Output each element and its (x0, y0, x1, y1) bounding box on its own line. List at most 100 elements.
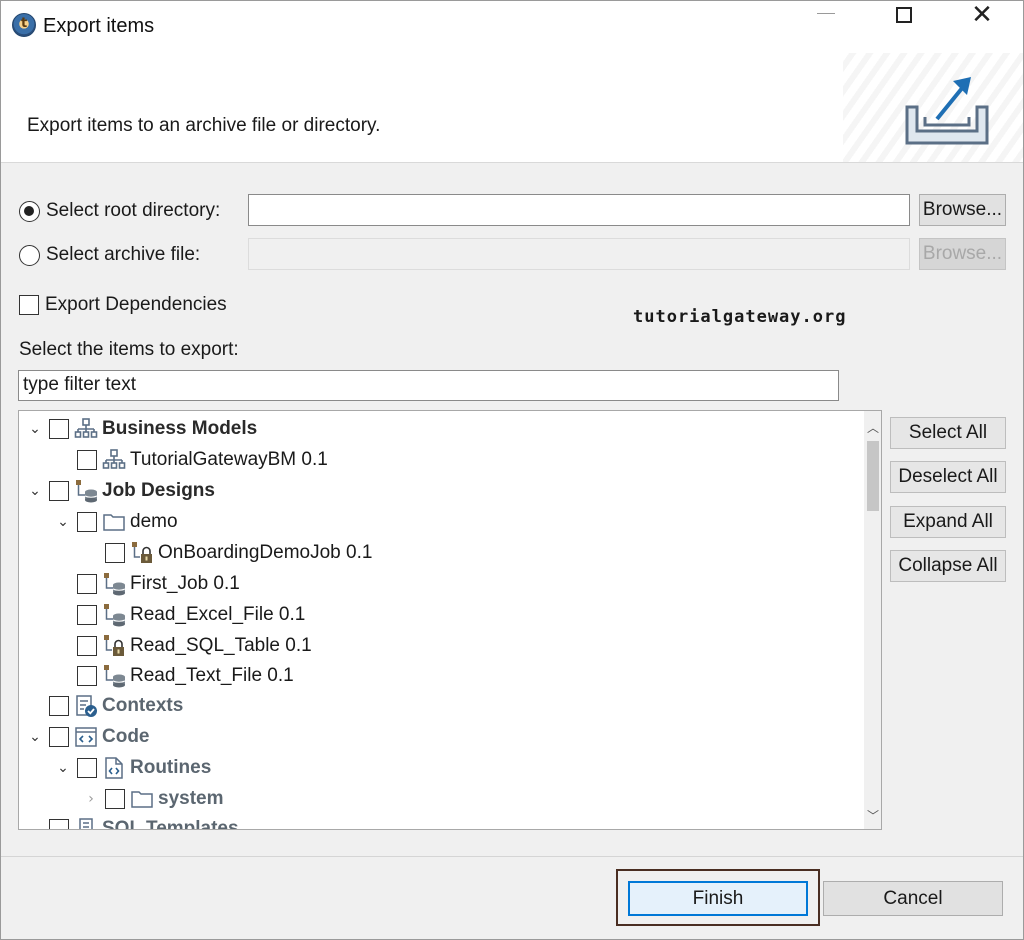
tree-item-label: Code (102, 726, 150, 747)
archive-file-radio[interactable] (19, 244, 40, 266)
app-logo-icon (12, 13, 36, 37)
tree-item-label: system (158, 788, 224, 809)
tree-item-checkbox[interactable] (77, 512, 97, 532)
tree-item-system-folder[interactable]: › system (81, 784, 224, 814)
tree-item-contexts[interactable]: Contexts (25, 691, 183, 721)
items-tree: ⌄ Business Models TutorialGatewayBM 0.1 … (18, 410, 882, 830)
tree-item-checkbox[interactable] (105, 789, 125, 809)
chevron-down-icon[interactable]: ⌄ (25, 814, 45, 829)
close-button[interactable]: ✕ (947, 0, 1017, 51)
collapse-all-button[interactable]: Collapse All (890, 550, 1006, 582)
tree-item-label: Routines (130, 757, 212, 778)
export-items-dialog: Export items ✕ Export items to an archiv… (0, 0, 1024, 940)
export-dependencies-checkbox[interactable] (19, 295, 39, 315)
job-icon (101, 571, 127, 597)
minimize-button[interactable] (791, 1, 861, 51)
tree-item-label: Contexts (102, 695, 184, 716)
job-design-icon (73, 478, 99, 504)
tree-item-label: demo (130, 511, 178, 532)
banner-description: Export items to an archive file or direc… (27, 115, 381, 136)
archive-file-label: Select archive file: (46, 244, 201, 265)
filter-input[interactable]: type filter text (18, 370, 839, 401)
maximize-button[interactable] (869, 1, 939, 51)
folder-icon (101, 509, 127, 535)
tree-item-label: Read_Text_File 0.1 (130, 665, 294, 686)
tree-item-checkbox[interactable] (77, 758, 97, 778)
maximize-icon (896, 7, 912, 23)
job-icon (101, 663, 127, 689)
items-label: Select the items to export: (19, 339, 239, 360)
tree-item-label: Business Models (102, 418, 258, 439)
window-title: Export items (43, 15, 155, 37)
tree-item-read-text-file[interactable]: Read_Text_File 0.1 (53, 661, 294, 691)
routines-icon (101, 755, 127, 781)
tree-item-checkbox[interactable] (49, 481, 69, 501)
chevron-down-icon[interactable]: ⌄ (25, 414, 45, 444)
archive-file-option[interactable]: Select archive file: (19, 241, 200, 269)
chevron-right-icon[interactable]: › (81, 784, 101, 814)
tree-item-onboardingdemojob[interactable]: OnBoardingDemoJob 0.1 (81, 538, 372, 568)
tree-item-label: TutorialGatewayBM 0.1 (130, 449, 328, 470)
cancel-button[interactable]: Cancel (823, 881, 1003, 916)
export-wizard-icon (905, 77, 989, 145)
tree-item-sql-templates[interactable]: ⌄ SQL Templates (25, 814, 239, 830)
tree-item-checkbox[interactable] (77, 574, 97, 594)
tree-item-job-designs[interactable]: ⌄ Job Designs (25, 476, 215, 506)
root-directory-radio[interactable] (19, 200, 40, 222)
archive-file-input (248, 238, 910, 270)
tree-item-checkbox[interactable] (49, 727, 69, 747)
tree-item-checkbox[interactable] (49, 419, 69, 439)
select-all-button[interactable]: Select All (890, 417, 1006, 449)
footer-divider (1, 856, 1023, 857)
export-dependencies-option[interactable]: Export Dependencies (19, 291, 227, 319)
locked-job-icon (101, 633, 127, 659)
tree-item-routines[interactable]: ⌄ Routines (53, 753, 211, 783)
scroll-down-icon[interactable]: ﹀ (864, 805, 881, 825)
browse-archive-button: Browse... (919, 238, 1006, 270)
wizard-banner: Export items to an archive file or direc… (1, 53, 1023, 163)
tree-item-read-sql-table[interactable]: Read_SQL_Table 0.1 (53, 631, 312, 661)
finish-button[interactable]: Finish (628, 881, 808, 916)
tree-item-label: Read_SQL_Table 0.1 (130, 635, 312, 656)
chevron-down-icon[interactable]: ⌄ (53, 507, 73, 537)
tree-item-checkbox[interactable] (77, 636, 97, 656)
tree-item-checkbox[interactable] (105, 543, 125, 563)
tree-item-read-excel-file[interactable]: Read_Excel_File 0.1 (53, 600, 305, 630)
browse-root-button[interactable]: Browse... (919, 194, 1006, 226)
root-directory-option[interactable]: Select root directory: (19, 197, 220, 225)
minimize-icon (817, 12, 835, 14)
tree-item-checkbox[interactable] (49, 696, 69, 716)
root-directory-label: Select root directory: (46, 200, 221, 221)
business-model-icon (101, 447, 127, 473)
tree-item-code[interactable]: ⌄ Code (25, 722, 150, 752)
tree-item-demo-folder[interactable]: ⌄ demo (53, 507, 178, 537)
tree-item-label: Job Designs (102, 480, 215, 501)
sql-templates-icon (73, 816, 99, 829)
business-model-icon (73, 416, 99, 442)
tree-item-business-models[interactable]: ⌄ Business Models (25, 414, 257, 444)
tree-item-label: SQL Templates (102, 818, 239, 830)
tree-item-checkbox[interactable] (77, 450, 97, 470)
tree-item-checkbox[interactable] (77, 605, 97, 625)
locked-job-icon (129, 540, 155, 566)
tree-item-label: OnBoardingDemoJob 0.1 (158, 542, 373, 563)
scroll-up-icon[interactable]: ︿ (864, 417, 881, 437)
tree-item-checkbox[interactable] (49, 819, 69, 829)
job-icon (101, 602, 127, 628)
tree-item-checkbox[interactable] (77, 666, 97, 686)
title-bar: Export items ✕ (1, 0, 1023, 53)
export-dependencies-label: Export Dependencies (45, 294, 227, 315)
tree-scrollbar[interactable]: ︿ ﹀ (864, 411, 881, 829)
tree-item-label: Read_Excel_File 0.1 (130, 604, 306, 625)
scroll-thumb[interactable] (867, 441, 879, 511)
expand-all-button[interactable]: Expand All (890, 506, 1006, 538)
chevron-down-icon[interactable]: ⌄ (25, 722, 45, 752)
folder-icon (129, 786, 155, 812)
chevron-down-icon[interactable]: ⌄ (25, 476, 45, 506)
deselect-all-button[interactable]: Deselect All (890, 461, 1006, 493)
root-directory-input[interactable] (248, 194, 910, 226)
tree-item-tutorialgatewaybm[interactable]: TutorialGatewayBM 0.1 (53, 445, 328, 475)
tree-item-first-job[interactable]: First_Job 0.1 (53, 569, 240, 599)
chevron-down-icon[interactable]: ⌄ (53, 753, 73, 783)
code-icon (73, 724, 99, 750)
